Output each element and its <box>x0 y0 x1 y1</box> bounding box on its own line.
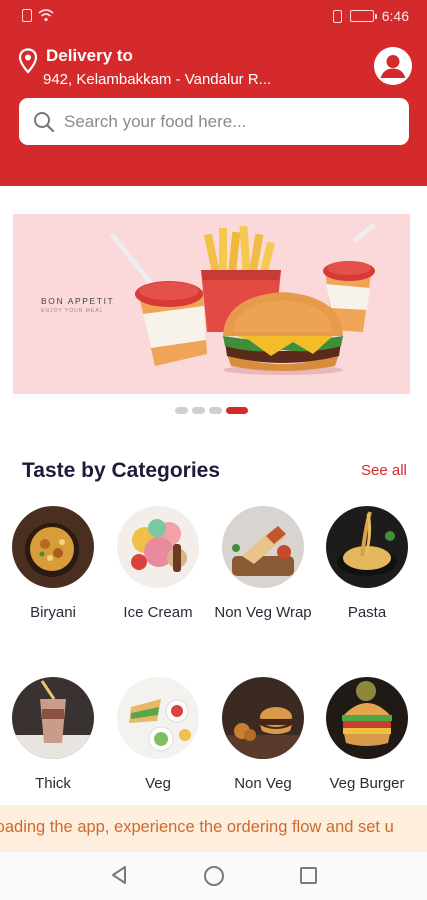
category-veg[interactable]: Veg <box>106 677 210 796</box>
battery-icon <box>349 10 377 22</box>
category-thick[interactable]: Thick <box>1 677 105 796</box>
veg-burger-image <box>326 677 408 759</box>
banner-pagination <box>175 407 248 414</box>
search-bar[interactable] <box>19 98 409 145</box>
category-label: Ice Cream <box>123 604 193 621</box>
location-pin-icon[interactable] <box>18 48 38 74</box>
category-label: Non Veg Wrap <box>214 604 312 621</box>
back-icon[interactable] <box>110 865 128 885</box>
promo-ticker-text: loading the app, experience the ordering… <box>0 818 394 836</box>
biryani-image <box>12 506 94 588</box>
pagination-dot[interactable] <box>192 407 205 414</box>
category-label: Non Veg <box>234 775 292 792</box>
category-non-veg[interactable]: Non Veg <box>211 677 315 796</box>
burger-illustration <box>223 292 343 375</box>
banner-food-illustration <box>110 223 376 375</box>
category-label: Pasta <box>347 604 387 621</box>
promo-ticker[interactable]: loading the app, experience the ordering… <box>0 805 427 852</box>
category-ice-cream[interactable]: Ice Cream <box>106 506 210 625</box>
category-pasta[interactable]: Pasta <box>315 506 419 625</box>
pagination-dot[interactable] <box>175 407 188 414</box>
app-header: Delivery to 942, Kelambakkam - Vandalur … <box>0 34 427 186</box>
ice-cream-image <box>117 506 199 588</box>
thick-shake-image <box>12 677 94 759</box>
left-cup-illustration <box>110 233 207 366</box>
category-label: Veg Burger <box>329 775 405 792</box>
search-input[interactable] <box>64 108 394 135</box>
section-title: Taste by Categories <box>22 459 221 482</box>
system-nav-bar <box>0 852 427 900</box>
home-icon[interactable] <box>204 866 224 886</box>
vibrate-icon <box>332 9 342 23</box>
category-label: Biryani <box>30 604 76 621</box>
pasta-image <box>326 506 408 588</box>
pagination-dot-active[interactable] <box>226 407 248 414</box>
delivery-address[interactable]: 942, Kelambakkam - Vandalur R... <box>43 71 271 88</box>
status-bar: 6:46 <box>0 0 427 34</box>
promo-banner[interactable]: BON APPETIT ENJOY YOUR MEAL <box>13 214 410 394</box>
category-label: Thick <box>35 775 71 792</box>
non-veg-image <box>222 677 304 759</box>
category-label: Veg <box>145 775 171 792</box>
category-veg-burger[interactable]: Veg Burger <box>315 677 419 796</box>
recents-icon[interactable] <box>300 867 317 884</box>
wifi-icon <box>38 9 54 22</box>
status-time: 6:46 <box>381 8 409 24</box>
veg-image <box>117 677 199 759</box>
non-veg-wrap-image <box>222 506 304 588</box>
app-screen: 6:46 Delivery to 942, Kelambakkam - Vand… <box>0 0 427 900</box>
pagination-dot[interactable] <box>209 407 222 414</box>
delivery-label[interactable]: Delivery to <box>46 46 133 66</box>
category-biryani[interactable]: Biryani <box>1 506 105 625</box>
search-icon <box>34 112 55 133</box>
profile-icon[interactable] <box>374 47 412 85</box>
category-non-veg-wrap[interactable]: Non Veg Wrap <box>211 506 315 625</box>
see-all-link[interactable]: See all <box>361 462 407 479</box>
sim-icon <box>22 9 32 22</box>
